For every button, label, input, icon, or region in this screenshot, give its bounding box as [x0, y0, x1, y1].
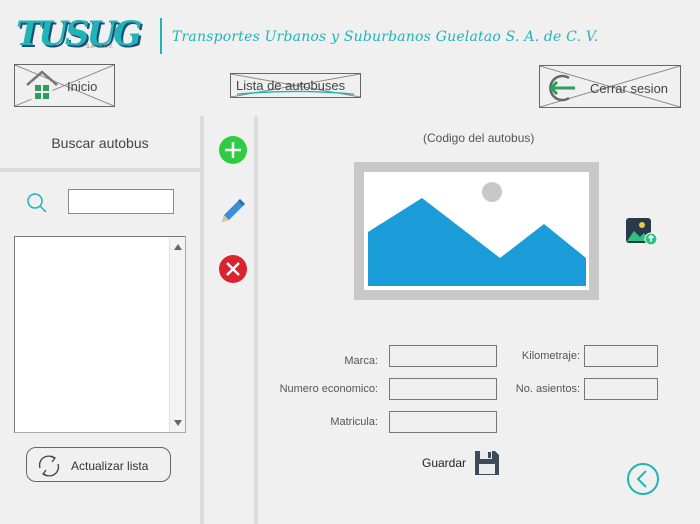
pencil-icon[interactable]: [218, 196, 248, 226]
numero-economico-field[interactable]: [389, 378, 497, 400]
bus-image-placeholder: [364, 172, 589, 290]
home-icon: [26, 70, 58, 101]
header-divider: [160, 18, 162, 54]
company-name: Transportes Urbanos y Suburbanos Guelata…: [172, 29, 599, 45]
header: TUSUG S.A. de C.V. Transportes Urbanos y…: [0, 0, 700, 60]
save-icon[interactable]: [474, 450, 500, 476]
search-icon: [27, 193, 47, 213]
back-icon[interactable]: [626, 462, 660, 496]
bus-list-button[interactable]: Lista de autobuses: [230, 73, 361, 98]
search-title: Buscar autobus: [0, 116, 200, 172]
logo-subtext: S.A. de C.V.: [86, 44, 114, 50]
bus-image-frame: [354, 162, 599, 300]
logo-text: TUSUG: [16, 14, 142, 54]
marca-field[interactable]: [389, 345, 497, 367]
refresh-label: Actualizar lista: [71, 459, 149, 473]
delete-icon[interactable]: [218, 254, 248, 284]
marca-label: Marca:: [344, 355, 378, 367]
image-placeholder-icon: [368, 182, 586, 286]
company-logo: TUSUG S.A. de C.V.: [16, 14, 154, 54]
asientos-label: No. asientos:: [515, 383, 580, 395]
logout-button[interactable]: Cerrar sesion: [539, 65, 681, 108]
home-label: Inicio: [67, 79, 98, 94]
scroll-down-icon[interactable]: [174, 420, 182, 426]
matricula-label: Matricula:: [330, 416, 378, 428]
bus-list[interactable]: [14, 236, 186, 433]
list-scrollbar[interactable]: [169, 237, 185, 432]
kilometraje-label: Kilometraje:: [521, 350, 580, 362]
home-button[interactable]: Inicio: [14, 64, 115, 107]
scroll-up-icon[interactable]: [174, 244, 182, 250]
upload-image-icon[interactable]: [625, 217, 657, 247]
logout-icon: [548, 74, 575, 102]
matricula-field[interactable]: [389, 411, 497, 433]
numero-economico-label: Numero economico:: [279, 383, 378, 395]
asientos-field[interactable]: [584, 378, 658, 400]
kilometraje-field[interactable]: [584, 345, 658, 367]
tools-panel: [208, 116, 258, 524]
logout-label: Cerrar sesion: [590, 81, 669, 96]
bus-code-label: (Codigo del autobus): [423, 131, 535, 145]
refresh-icon: [38, 455, 60, 477]
add-icon[interactable]: [218, 135, 248, 165]
save-label: Guardar: [422, 456, 467, 470]
bus-list-label: Lista de autobuses: [236, 78, 346, 93]
search-input[interactable]: [68, 189, 174, 214]
refresh-list-button[interactable]: Actualizar lista: [26, 447, 171, 482]
